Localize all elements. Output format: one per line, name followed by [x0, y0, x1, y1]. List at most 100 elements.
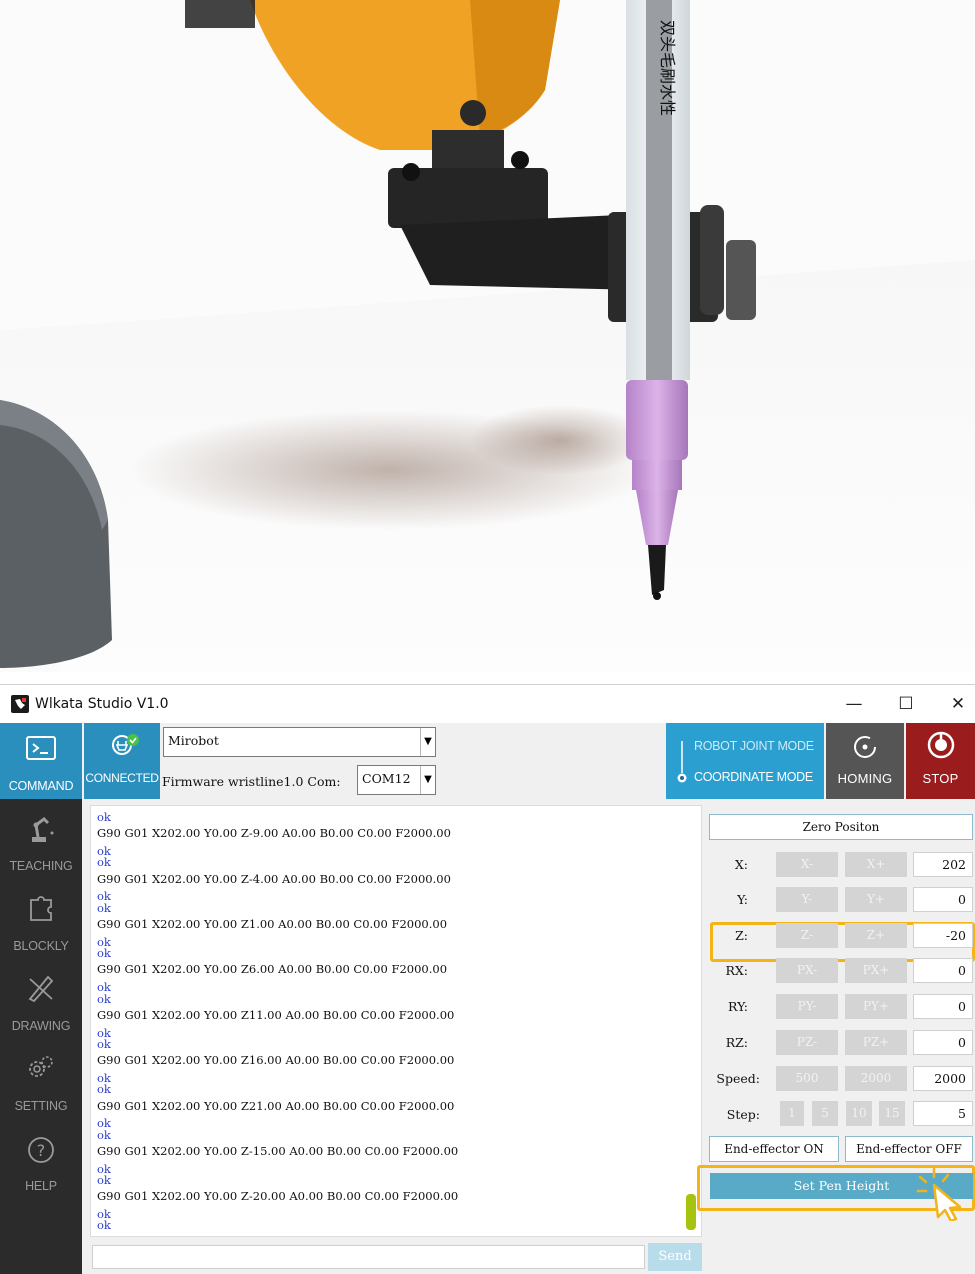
console-ok-line: ok: [97, 889, 111, 904]
mode-toggle[interactable]: ROBOT JOINT MODE COORDINATE MODE: [666, 723, 824, 799]
console-ok-line: ok: [97, 991, 111, 1006]
step-option-10[interactable]: 10: [846, 1101, 872, 1126]
console-ok-line: ok: [97, 844, 111, 859]
connected-label: CONNECTED: [85, 771, 159, 785]
minimize-button[interactable]: —: [830, 685, 878, 723]
speed-value[interactable]: 2000: [913, 1066, 973, 1091]
axis-plus-button[interactable]: Z+: [845, 923, 907, 948]
axis-value[interactable]: 0: [913, 1030, 973, 1055]
axis-minus-button[interactable]: PZ-: [776, 1030, 838, 1055]
axis-minus-button[interactable]: PX-: [776, 958, 838, 983]
app-window: Wlkata Studio V1.0 — ☐ ✕ COMMAND TEACHIN…: [0, 684, 975, 1274]
console-command-line: G90 G01 X202.00 Y0.00 Z-15.00 A0.00 B0.0…: [97, 1143, 459, 1158]
robot-arm-icon: [32, 817, 54, 842]
nav-help[interactable]: ? HELP: [0, 1123, 82, 1199]
step-value[interactable]: 5: [913, 1101, 973, 1126]
console-ok-line: ok: [97, 1025, 111, 1040]
nav-blockly-label: BLOCKLY: [13, 939, 69, 953]
homing-label: HOMING: [837, 771, 893, 786]
send-button[interactable]: Send: [648, 1243, 702, 1271]
console-ok-line: ok: [97, 1082, 111, 1097]
com-port-value: COM12: [362, 771, 411, 786]
console-scrollbar-thumb[interactable]: [686, 1194, 696, 1230]
console-command-line: G90 G01 X202.00 Y0.00 Z11.00 A0.00 B0.00…: [97, 1007, 455, 1022]
stop-icon: [927, 731, 955, 759]
axis-label: Z:: [735, 928, 748, 943]
stop-label: STOP: [922, 771, 959, 786]
device-select[interactable]: Mirobot ▼: [163, 727, 436, 757]
axis-value[interactable]: 0: [913, 994, 973, 1019]
axis-plus-button[interactable]: PX+: [845, 958, 907, 983]
axis-plus-button[interactable]: X+: [845, 852, 907, 877]
console-ok-line: ok: [97, 1116, 111, 1131]
axis-plus-button[interactable]: Y+: [845, 887, 907, 912]
nav-help-label: HELP: [25, 1179, 57, 1193]
speed-option-2000[interactable]: 2000: [845, 1066, 907, 1091]
homing-icon: [854, 736, 876, 758]
pen-ruler-icon: [28, 975, 54, 1003]
axis-value[interactable]: -20: [913, 923, 973, 948]
nav-teaching-label: TEACHING: [9, 859, 73, 873]
mode-switch-icon: [677, 741, 687, 783]
axis-label: RX:: [725, 963, 748, 978]
nav-blockly[interactable]: BLOCKLY: [0, 883, 82, 959]
nav-teaching[interactable]: TEACHING: [0, 803, 82, 879]
title-bar: Wlkata Studio V1.0 — ☐ ✕: [0, 685, 975, 723]
end-effector-on-button[interactable]: End-effector ON: [709, 1136, 839, 1162]
step-label: Step:: [726, 1107, 760, 1122]
connected-button[interactable]: CONNECTED: [84, 723, 160, 799]
terminal-icon: [26, 736, 56, 760]
homing-button[interactable]: HOMING: [826, 723, 904, 799]
speed-option-500[interactable]: 500: [776, 1066, 838, 1091]
axis-plus-button[interactable]: PZ+: [845, 1030, 907, 1055]
nav-drawing[interactable]: DRAWING: [0, 963, 82, 1039]
device-select-value: Mirobot: [168, 733, 219, 748]
axis-minus-button[interactable]: PY-: [776, 994, 838, 1019]
console-ok-line: ok: [97, 934, 111, 949]
console-command-line: G90 G01 X202.00 Y0.00 Z-4.00 A0.00 B0.00…: [97, 871, 451, 886]
firmware-label: Firmware wristline1.0 Com:: [162, 774, 341, 789]
console-ok-line: ok: [97, 1127, 111, 1142]
nav-command[interactable]: COMMAND: [0, 723, 82, 799]
step-option-5[interactable]: 5: [812, 1101, 838, 1126]
console-ok-line: ok: [97, 1161, 111, 1176]
console-ok-line: ok: [97, 946, 111, 961]
axis-value[interactable]: 0: [913, 887, 973, 912]
com-port-select[interactable]: COM12 ▼: [357, 765, 436, 795]
nav-setting[interactable]: SETTING: [0, 1043, 82, 1119]
command-console[interactable]: ok G90 G01 X202.00 Y0.00 Z-9.00 A0.00 B0.…: [90, 805, 702, 1237]
step-option-1[interactable]: 1: [780, 1101, 804, 1126]
console-command-line: G90 G01 X202.00 Y0.00 Z21.00 A0.00 B0.00…: [97, 1098, 455, 1113]
robot-joint-mode-label: ROBOT JOINT MODE: [694, 739, 814, 753]
stop-button[interactable]: STOP: [906, 723, 975, 799]
robot-photo: 双头毛刷水性: [0, 0, 975, 672]
console-command-line: G90 G01 X202.00 Y0.00 Z1.00 A0.00 B0.00 …: [97, 917, 448, 932]
axis-label: X:: [734, 857, 748, 872]
end-effector-off-button[interactable]: End-effector OFF: [845, 1136, 973, 1162]
close-button[interactable]: ✕: [934, 685, 975, 723]
zero-position-button[interactable]: Zero Positon: [709, 814, 973, 840]
console-ok-line: ok: [97, 1207, 111, 1222]
pen-label-text: 双头毛刷水性: [658, 20, 677, 116]
axis-value[interactable]: 202: [913, 852, 973, 877]
plug-connected-icon: [112, 734, 139, 755]
axis-label: RY:: [728, 999, 748, 1014]
console-ok-line: ok: [97, 1218, 111, 1233]
puzzle-icon: [30, 896, 52, 921]
command-input[interactable]: [92, 1245, 645, 1269]
console-ok-line: ok: [97, 810, 111, 824]
coordinate-mode-label: COORDINATE MODE: [694, 770, 813, 784]
axis-minus-button[interactable]: X-: [776, 852, 838, 877]
axis-value[interactable]: 0: [913, 958, 973, 983]
chevron-down-icon: ▼: [420, 766, 435, 794]
axis-plus-button[interactable]: PY+: [845, 994, 907, 1019]
console-command-line: G90 G01 X202.00 Y0.00 Z-20.00 A0.00 B0.0…: [97, 1189, 459, 1204]
axis-minus-button[interactable]: Z-: [776, 923, 838, 948]
step-option-15[interactable]: 15: [879, 1101, 905, 1126]
console-command-line: G90 G01 X202.00 Y0.00 Z-9.00 A0.00 B0.00…: [97, 826, 451, 841]
axis-label: RZ:: [725, 1035, 748, 1050]
console-ok-line: ok: [97, 900, 111, 915]
maximize-button[interactable]: ☐: [882, 685, 930, 723]
axis-minus-button[interactable]: Y-: [776, 887, 838, 912]
console-command-line: G90 G01 X202.00 Y0.00 Z6.00 A0.00 B0.00 …: [97, 962, 448, 977]
